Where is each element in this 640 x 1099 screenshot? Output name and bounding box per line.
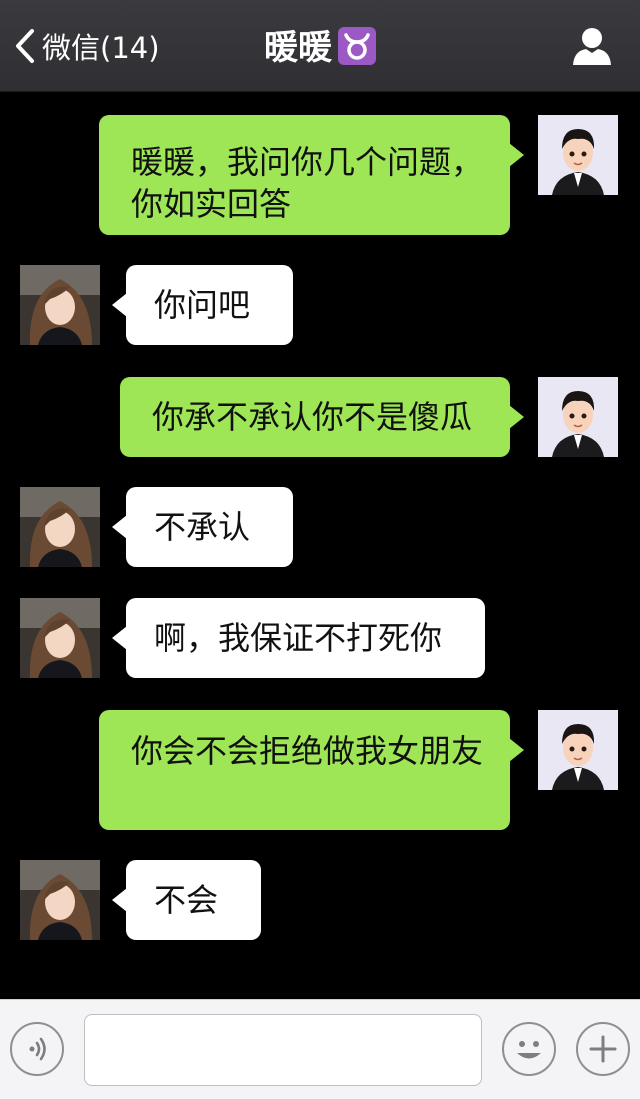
voice-button[interactable] [10,1022,64,1076]
contact-name: 暖暖 [264,28,332,68]
more-button[interactable] [576,1022,630,1076]
message-bubble-received[interactable]: 不会 [112,860,261,940]
contact-avatar[interactable] [20,860,100,940]
contact-avatar[interactable] [20,487,100,567]
message-bubble-received[interactable]: 不承认 [112,487,293,567]
my-avatar[interactable] [538,377,618,457]
my-avatar[interactable] [538,710,618,790]
nav-bar: 微信(14) 暖暖 [0,0,640,92]
message-text: 啊，我保证不打死你 [154,619,443,657]
my-avatar[interactable] [538,115,618,195]
profile-button[interactable] [570,24,614,68]
message-bubble-sent[interactable]: 暖暖，我问你几个问题， 你如实回答 [99,115,524,235]
chat-title: 暖暖 [0,26,640,70]
chat-screen: 微信(14) 暖暖 暖暖，我问你几个问题， 你如实回答 你问吧 你承不承认你不是… [0,0,640,1099]
emoji-button[interactable] [502,1022,556,1076]
message-text: 不会 [154,881,219,919]
message-bubble-received[interactable]: 啊，我保证不打死你 [112,598,485,678]
message-text: 你承不承认你不是傻瓜 [152,398,473,436]
message-input[interactable] [84,1014,482,1086]
message-list[interactable]: 暖暖，我问你几个问题， 你如实回答 你问吧 你承不承认你不是傻瓜 不承认 啊，我… [0,92,640,998]
message-text: 你会不会拒绝做我女朋友 [131,732,484,770]
taurus-icon [338,27,376,65]
message-bubble-sent[interactable]: 你承不承认你不是傻瓜 [120,377,524,457]
message-bubble-received[interactable]: 你问吧 [112,265,293,345]
message-text: 不承认 [154,508,251,546]
contact-avatar[interactable] [20,265,100,345]
emoji-icon [517,1041,541,1059]
person-icon [573,28,611,65]
message-text: 你问吧 [154,286,251,324]
message-text: 你如实回答 [131,185,292,223]
plus-icon [589,1035,617,1063]
message-bubble-sent[interactable]: 你会不会拒绝做我女朋友 [99,710,524,830]
contact-avatar[interactable] [20,598,100,678]
message-text: 暖暖，我问你几个问题， [131,143,484,181]
input-toolbar [0,999,640,1099]
voice-icon [29,1037,46,1061]
